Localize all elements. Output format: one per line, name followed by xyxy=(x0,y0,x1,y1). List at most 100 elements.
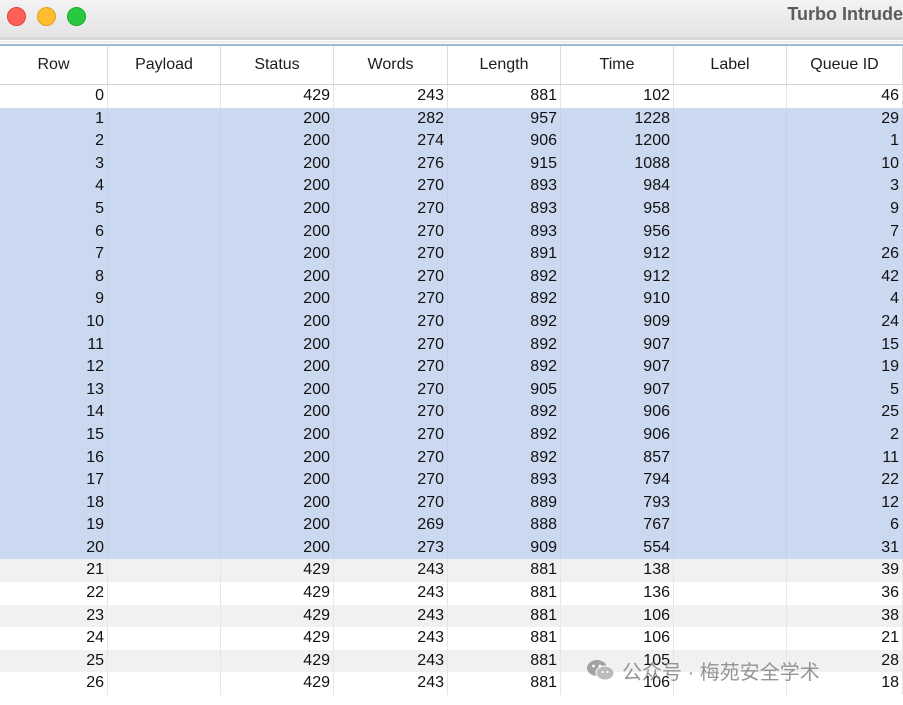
cell-time: 554 xyxy=(561,536,674,560)
cell-payload xyxy=(108,491,221,515)
cell-length: 891 xyxy=(448,243,561,266)
table-row[interactable]: 24 429 243 881 106 21 xyxy=(0,627,903,650)
cell-status: 200 xyxy=(221,220,334,244)
cell-row: 24 xyxy=(0,627,108,650)
table-row[interactable]: 8 200 270 892 912 42 xyxy=(0,265,903,289)
table-row[interactable]: 6 200 270 893 956 7 xyxy=(0,220,903,244)
cell-time: 767 xyxy=(561,514,674,537)
table-row[interactable]: 5 200 270 893 958 9 xyxy=(0,197,903,221)
column-header-time[interactable]: Time xyxy=(561,46,674,84)
window-title: Turbo Intrude xyxy=(787,4,903,24)
cell-payload xyxy=(108,333,221,357)
table-row[interactable]: 23 429 243 881 106 38 xyxy=(0,604,903,628)
column-header-length[interactable]: Length xyxy=(448,46,561,84)
cell-queue-id: 4 xyxy=(787,288,903,311)
cell-time: 907 xyxy=(561,378,674,402)
table-row[interactable]: 17 200 270 893 794 22 xyxy=(0,469,903,492)
zoom-window-button[interactable] xyxy=(67,7,86,26)
cell-payload xyxy=(108,265,221,289)
cell-length: 906 xyxy=(448,130,561,153)
table-row[interactable]: 7 200 270 891 912 26 xyxy=(0,243,903,266)
cell-status: 200 xyxy=(221,265,334,289)
cell-words: 276 xyxy=(334,152,448,176)
cell-label xyxy=(674,197,787,221)
cell-status: 200 xyxy=(221,378,334,402)
cell-words: 270 xyxy=(334,220,448,244)
cell-label xyxy=(674,85,787,108)
table-row[interactable]: 10 200 270 892 909 24 xyxy=(0,310,903,334)
table-row[interactable]: 0 429 243 881 102 46 xyxy=(0,85,903,108)
cell-length: 905 xyxy=(448,378,561,402)
cell-words: 243 xyxy=(334,582,448,605)
cell-label xyxy=(674,130,787,153)
minimize-window-button[interactable] xyxy=(37,7,56,26)
table-row[interactable]: 13 200 270 905 907 5 xyxy=(0,378,903,402)
table-row[interactable]: 14 200 270 892 906 25 xyxy=(0,401,903,424)
column-header-status[interactable]: Status xyxy=(221,46,334,84)
table-row[interactable]: 16 200 270 892 857 11 xyxy=(0,446,903,470)
column-header-label[interactable]: Label xyxy=(674,46,787,84)
cell-status: 429 xyxy=(221,672,334,696)
table-row[interactable]: 11 200 270 892 907 15 xyxy=(0,333,903,357)
watermark-text: 公众号 · 梅苑安全学术 xyxy=(622,661,820,684)
cell-row: 13 xyxy=(0,378,108,402)
cell-words: 274 xyxy=(334,130,448,153)
column-header-queue-id[interactable]: Queue ID xyxy=(787,46,903,84)
cell-queue-id: 42 xyxy=(787,265,903,289)
cell-row: 11 xyxy=(0,333,108,357)
cell-queue-id: 39 xyxy=(787,559,903,583)
cell-status: 200 xyxy=(221,175,334,198)
cell-label xyxy=(674,356,787,379)
cell-row: 9 xyxy=(0,288,108,311)
cell-row: 6 xyxy=(0,220,108,244)
cell-payload xyxy=(108,288,221,311)
cell-time: 136 xyxy=(561,582,674,605)
table-row[interactable]: 4 200 270 893 984 3 xyxy=(0,175,903,198)
cell-queue-id: 2 xyxy=(787,423,903,447)
cell-row: 7 xyxy=(0,243,108,266)
cell-time: 906 xyxy=(561,423,674,447)
table-row[interactable]: 9 200 270 892 910 4 xyxy=(0,288,903,311)
cell-time: 958 xyxy=(561,197,674,221)
cell-payload xyxy=(108,243,221,266)
table-row[interactable]: 22 429 243 881 136 36 xyxy=(0,582,903,605)
cell-queue-id: 7 xyxy=(787,220,903,244)
cell-length: 892 xyxy=(448,423,561,447)
table-row[interactable]: 3 200 276 915 1088 10 xyxy=(0,152,903,176)
cell-queue-id: 11 xyxy=(787,446,903,470)
cell-payload xyxy=(108,152,221,176)
close-window-button[interactable] xyxy=(7,7,26,26)
cell-label xyxy=(674,152,787,176)
table-row[interactable]: 18 200 270 889 793 12 xyxy=(0,491,903,515)
cell-status: 200 xyxy=(221,333,334,357)
table-row[interactable]: 20 200 273 909 554 31 xyxy=(0,536,903,560)
cell-queue-id: 5 xyxy=(787,378,903,402)
cell-length: 892 xyxy=(448,288,561,311)
cell-payload xyxy=(108,423,221,447)
column-header-row[interactable]: Row xyxy=(0,46,108,84)
column-header-payload[interactable]: Payload xyxy=(108,46,221,84)
table-row[interactable]: 1 200 282 957 1228 29 xyxy=(0,107,903,131)
cell-length: 892 xyxy=(448,265,561,289)
table-row[interactable]: 2 200 274 906 1200 1 xyxy=(0,130,903,153)
cell-label xyxy=(674,491,787,515)
cell-payload xyxy=(108,627,221,650)
cell-time: 102 xyxy=(561,85,674,108)
cell-length: 881 xyxy=(448,582,561,605)
cell-payload xyxy=(108,536,221,560)
cell-payload xyxy=(108,559,221,583)
cell-queue-id: 1 xyxy=(787,130,903,153)
cell-label xyxy=(674,333,787,357)
table-row[interactable]: 21 429 243 881 138 39 xyxy=(0,559,903,583)
cell-time: 138 xyxy=(561,559,674,583)
cell-status: 429 xyxy=(221,559,334,583)
cell-length: 893 xyxy=(448,175,561,198)
cell-length: 892 xyxy=(448,446,561,470)
cell-status: 200 xyxy=(221,446,334,470)
cell-queue-id: 6 xyxy=(787,514,903,537)
table-row[interactable]: 12 200 270 892 907 19 xyxy=(0,356,903,379)
cell-length: 889 xyxy=(448,491,561,515)
column-header-words[interactable]: Words xyxy=(334,46,448,84)
table-row[interactable]: 15 200 270 892 906 2 xyxy=(0,423,903,447)
table-row[interactable]: 19 200 269 888 767 6 xyxy=(0,514,903,537)
